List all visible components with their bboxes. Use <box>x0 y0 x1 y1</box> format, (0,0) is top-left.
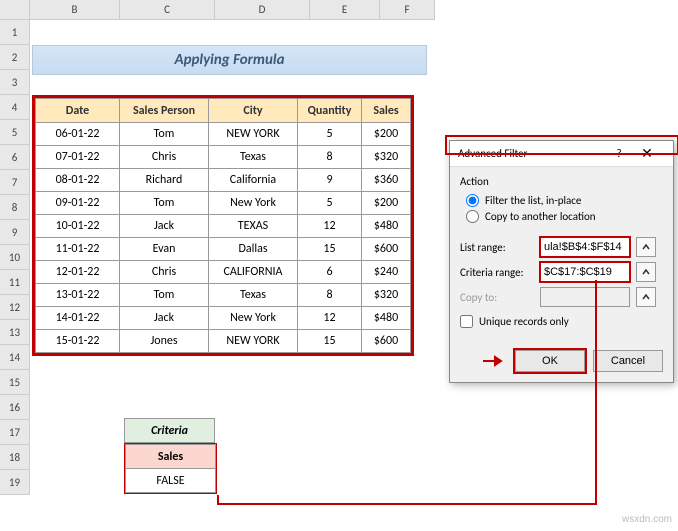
criteria-title: Criteria <box>125 419 215 443</box>
col-header-d[interactable]: D <box>215 0 310 20</box>
row-header-4[interactable]: 4 <box>0 95 30 120</box>
action-label: Action <box>460 175 663 188</box>
ok-button[interactable]: OK <box>515 350 585 372</box>
help-icon[interactable]: ? <box>609 147 629 160</box>
header-date: Date <box>36 99 120 123</box>
table-row: 09-01-22TomNew York5$200 <box>36 192 411 215</box>
collapse-icon[interactable] <box>636 287 656 307</box>
table-row: 08-01-22RichardCalifornia9$360 <box>36 169 411 192</box>
row-header-9[interactable]: 9 <box>0 220 30 245</box>
criteria-header[interactable]: Sales <box>126 445 216 469</box>
cancel-button[interactable]: Cancel <box>593 350 663 372</box>
criteria-value[interactable]: FALSE <box>126 469 216 493</box>
row-header-6[interactable]: 6 <box>0 145 30 170</box>
header-sales: Sales <box>362 99 411 123</box>
table-row: 11-01-22EvanDallas15$600 <box>36 238 411 261</box>
unique-records-checkbox[interactable] <box>460 315 473 328</box>
header-city: City <box>209 99 298 123</box>
row-header-5[interactable]: 5 <box>0 120 30 145</box>
table-row: 12-01-22ChrisCALIFORNIA6$240 <box>36 261 411 284</box>
row-header-13[interactable]: 13 <box>0 320 30 345</box>
row-headers: 1 2 3 4 5 6 7 8 9 10 11 12 13 14 15 16 1… <box>0 20 30 495</box>
criteria-range-label: Criteria range: <box>460 266 534 279</box>
table-row: 07-01-22ChrisTexas8$320 <box>36 146 411 169</box>
row-header-16[interactable]: 16 <box>0 395 30 420</box>
col-header-e[interactable]: E <box>310 0 380 20</box>
row-header-15[interactable]: 15 <box>0 370 30 395</box>
col-header-b[interactable]: B <box>30 0 120 20</box>
list-range-input[interactable] <box>540 237 630 257</box>
table-header-row: Date Sales Person City Quantity Sales <box>36 99 411 123</box>
dialog-titlebar[interactable]: Advanced Filter ? ✕ <box>450 141 673 167</box>
row-header-11[interactable]: 11 <box>0 270 30 295</box>
connector-line <box>595 280 597 505</box>
header-salesperson: Sales Person <box>120 99 209 123</box>
filter-inplace-radio[interactable] <box>466 194 479 207</box>
header-quantity: Quantity <box>298 99 362 123</box>
close-icon[interactable]: ✕ <box>629 141 665 167</box>
copy-to-input <box>540 287 630 307</box>
table-row: 13-01-22TomTexas8$320 <box>36 284 411 307</box>
table-row: 06-01-22TomNEW YORK5$200 <box>36 123 411 146</box>
advanced-filter-dialog: Advanced Filter ? ✕ Action Filter the li… <box>449 140 674 383</box>
copy-location-label: Copy to another location <box>485 210 596 223</box>
row-header-8[interactable]: 8 <box>0 195 30 220</box>
table-row: 15-01-22JonesNEW YORK15$600 <box>36 330 411 353</box>
col-header-f[interactable]: F <box>380 0 435 20</box>
dialog-title: Advanced Filter <box>458 147 609 160</box>
sheet-title: Applying Formula <box>32 45 427 75</box>
unique-records-label: Unique records only <box>479 315 569 328</box>
criteria-section: Criteria Sales FALSE <box>124 418 217 494</box>
criteria-range-input[interactable] <box>540 262 630 282</box>
row-header-1[interactable]: 1 <box>0 20 30 45</box>
connector-line <box>217 495 219 505</box>
sales-table: Date Sales Person City Quantity Sales 06… <box>32 95 414 356</box>
row-header-3[interactable]: 3 <box>0 70 30 95</box>
table-row: 10-01-22JackTEXAS12$480 <box>36 215 411 238</box>
row-header-14[interactable]: 14 <box>0 345 30 370</box>
row-header-7[interactable]: 7 <box>0 170 30 195</box>
collapse-icon[interactable] <box>636 262 656 282</box>
connector-line <box>217 503 597 505</box>
row-header-12[interactable]: 12 <box>0 295 30 320</box>
row-header-17[interactable]: 17 <box>0 420 30 445</box>
table-row: 14-01-22JackNew York12$480 <box>36 307 411 330</box>
collapse-icon[interactable] <box>636 237 656 257</box>
copy-location-radio[interactable] <box>466 210 479 223</box>
row-header-19[interactable]: 19 <box>0 470 30 495</box>
col-header-c[interactable]: C <box>120 0 215 20</box>
watermark: wsxdn.com <box>622 514 672 525</box>
arrow-icon <box>483 355 507 367</box>
filter-inplace-label: Filter the list, in-place <box>485 194 581 207</box>
corner-cell <box>0 0 30 20</box>
row-header-10[interactable]: 10 <box>0 245 30 270</box>
list-range-label: List range: <box>460 241 534 254</box>
column-headers: B C D E F <box>30 0 435 20</box>
copy-to-label: Copy to: <box>460 291 534 304</box>
row-header-2[interactable]: 2 <box>0 45 30 70</box>
row-header-18[interactable]: 18 <box>0 445 30 470</box>
